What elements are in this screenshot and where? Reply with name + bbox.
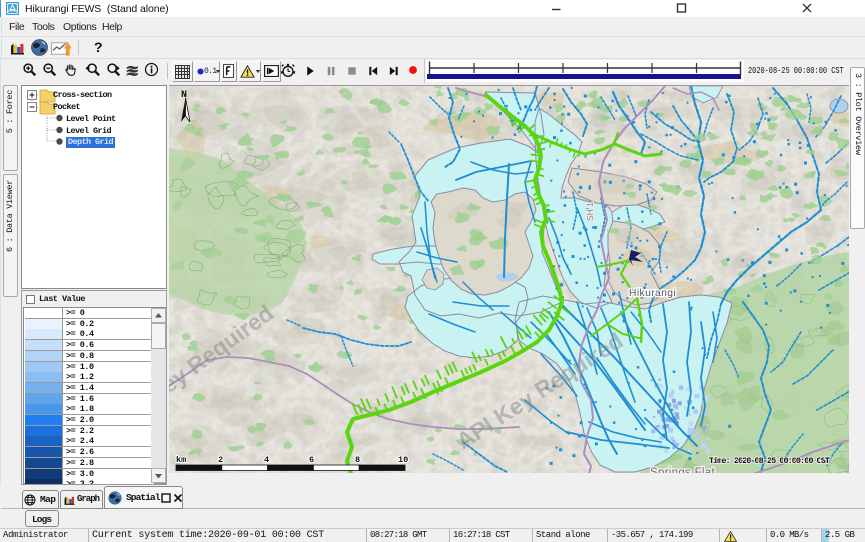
svg-text:4: 4 bbox=[264, 455, 269, 465]
svg-text:Time: 2020-08-25 00:00:00 CST: Time: 2020-08-25 00:00:00 CST bbox=[709, 456, 830, 466]
svg-text:10: 10 bbox=[398, 455, 408, 465]
svg-text:8: 8 bbox=[355, 455, 360, 465]
svg-text:SH 1: SH 1 bbox=[585, 202, 595, 221]
svg-text:6: 6 bbox=[309, 455, 314, 465]
svg-text:Springs Flat: Springs Flat bbox=[650, 467, 715, 473]
svg-text:km: km bbox=[176, 455, 186, 465]
svg-text:Hikurangi: Hikurangi bbox=[629, 288, 676, 299]
svg-text:2: 2 bbox=[218, 455, 223, 465]
